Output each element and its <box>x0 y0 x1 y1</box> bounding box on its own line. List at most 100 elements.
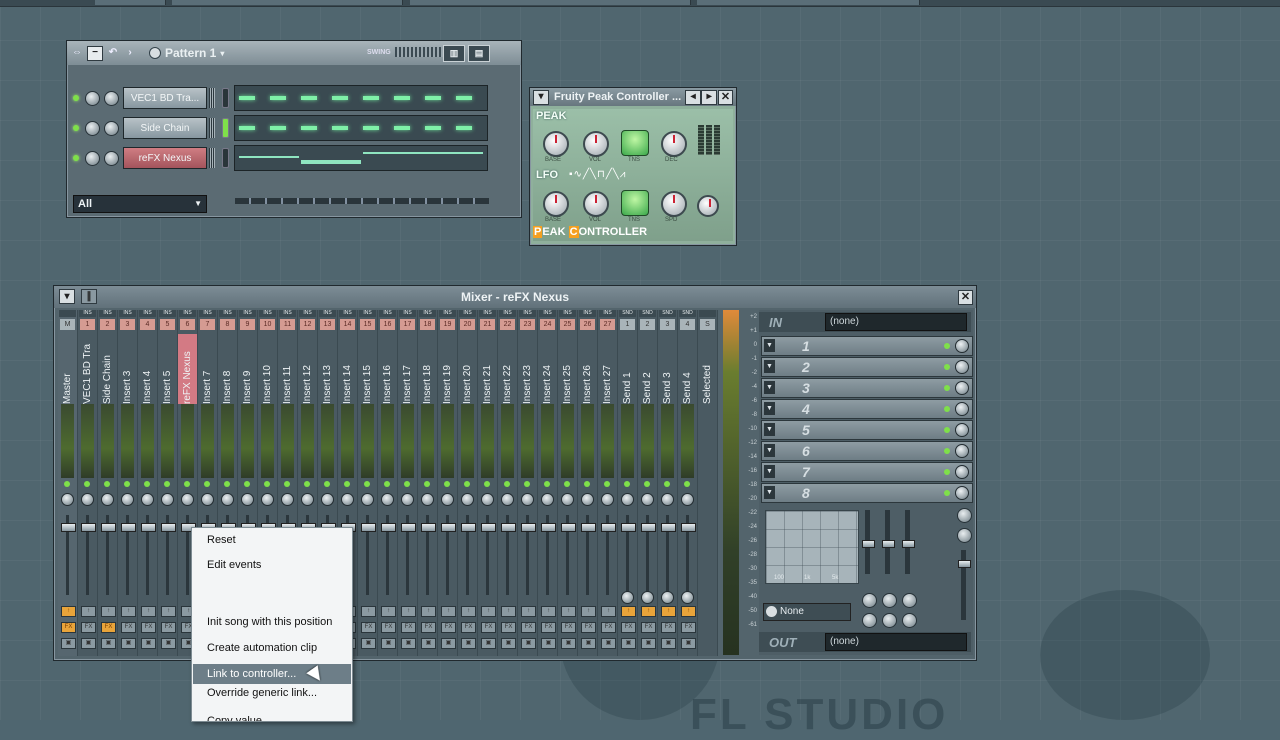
strip-pan-knob[interactable] <box>401 493 414 506</box>
strip-fx-button[interactable]: FX <box>141 622 156 633</box>
strip-fx-button[interactable]: FX <box>601 622 616 633</box>
strip-fader[interactable] <box>601 523 616 532</box>
strip-enable-led[interactable] <box>144 481 150 487</box>
effect-enable-led[interactable] <box>944 406 950 412</box>
strip-fader[interactable] <box>421 523 436 532</box>
strip-fx-button[interactable]: FX <box>481 622 496 633</box>
strip-pan-knob[interactable] <box>441 493 454 506</box>
strip-fader[interactable] <box>661 523 676 532</box>
effect-enable-led[interactable] <box>944 427 950 433</box>
move-arrows-icon[interactable]: ⇔ <box>70 47 84 60</box>
channel-name-button[interactable]: Side Chain <box>123 117 207 139</box>
undo-icon[interactable]: ↶ <box>106 47 120 60</box>
channel-grip[interactable] <box>209 148 215 168</box>
strip-fader[interactable] <box>361 523 376 532</box>
strip-fader[interactable] <box>501 523 516 532</box>
mixer-strip[interactable]: INS 5 Insert 5 ↑ FX ▣ <box>158 310 178 656</box>
strip-fx-button[interactable]: FX <box>521 622 536 633</box>
chevron-down-icon[interactable]: ▼ <box>764 339 775 352</box>
effect-mix-knob[interactable] <box>955 465 969 479</box>
strip-number[interactable]: 1 <box>620 319 635 330</box>
strip-fader[interactable] <box>521 523 536 532</box>
channel-grip[interactable] <box>209 88 215 108</box>
eq-knob[interactable] <box>862 593 877 608</box>
strip-enable-led[interactable] <box>564 481 570 487</box>
channel-volume-knob[interactable] <box>104 150 119 166</box>
channel-mute-led[interactable] <box>73 95 79 101</box>
channel-name-button[interactable]: reFX Nexus <box>123 147 207 169</box>
step-ruler[interactable] <box>235 198 489 204</box>
strip-fader[interactable] <box>161 523 176 532</box>
strip-record-button[interactable]: ▣ <box>541 638 556 649</box>
strip-fx-button[interactable]: FX <box>541 622 556 633</box>
strip-route-button[interactable]: ↑ <box>501 606 516 617</box>
strip-enable-led[interactable] <box>284 481 290 487</box>
eq-band-handle[interactable] <box>902 540 915 548</box>
step-button[interactable] <box>270 126 286 130</box>
mixer-titlebar[interactable]: ▾ ∥ Mixer - reFX Nexus ✕ <box>54 286 976 308</box>
chevron-down-icon[interactable]: ▼ <box>764 465 775 478</box>
strip-number[interactable]: 14 <box>340 319 355 330</box>
channel-select-indicator[interactable] <box>222 88 229 108</box>
strip-record-button[interactable]: ▣ <box>641 638 656 649</box>
strip-fx-button[interactable]: FX <box>61 622 76 633</box>
close-icon[interactable]: ✕ <box>958 290 973 305</box>
strip-pan-knob[interactable] <box>361 493 374 506</box>
toolbar-segment[interactable] <box>697 0 920 5</box>
menu-item[interactable]: Copy value <box>193 708 351 721</box>
strip-record-button[interactable]: ▣ <box>601 638 616 649</box>
step-button[interactable] <box>301 126 317 130</box>
mixer-strip[interactable]: INS 3 Insert 3 ↑ FX ▣ <box>118 310 138 656</box>
strip-pan-knob[interactable] <box>421 493 434 506</box>
strip-fx-button[interactable]: FX <box>581 622 596 633</box>
strip-record-button[interactable]: ▣ <box>361 638 376 649</box>
strip-fader[interactable] <box>581 523 596 532</box>
strip-enable-led[interactable] <box>84 481 90 487</box>
strip-enable-led[interactable] <box>604 481 610 487</box>
strip-number[interactable]: 27 <box>600 319 615 330</box>
strip-fader[interactable] <box>101 523 116 532</box>
strip-route-button[interactable]: ↑ <box>441 606 456 617</box>
step-button[interactable] <box>394 126 410 130</box>
output-selector[interactable]: OUT (none) <box>759 632 971 652</box>
peak-base-knob[interactable] <box>543 131 569 157</box>
strip-fader[interactable] <box>541 523 556 532</box>
strip-number[interactable]: 16 <box>380 319 395 330</box>
minimize-button[interactable]: − <box>87 45 103 61</box>
effect-enable-led[interactable] <box>944 469 950 475</box>
mixer-strip[interactable]: INS 22 Insert 22 ↑ FX ▣ <box>498 310 518 656</box>
strip-enable-led[interactable] <box>404 481 410 487</box>
strip-number[interactable]: 26 <box>580 319 595 330</box>
strip-fx-button[interactable]: FX <box>661 622 676 633</box>
toolbar-segment[interactable] <box>410 0 691 5</box>
strip-number[interactable]: 15 <box>360 319 375 330</box>
strip-enable-led[interactable] <box>184 481 190 487</box>
strip-record-button[interactable]: ▣ <box>481 638 496 649</box>
strip-enable-led[interactable] <box>244 481 250 487</box>
effect-enable-led[interactable] <box>944 448 950 454</box>
chevron-down-icon[interactable]: ▾ <box>59 289 75 304</box>
strip-record-button[interactable]: ▣ <box>441 638 456 649</box>
strip-enable-led[interactable] <box>224 481 230 487</box>
strip-fader[interactable] <box>481 523 496 532</box>
mixer-layout-icon[interactable]: ∥ <box>81 289 97 304</box>
strip-record-button[interactable]: ▣ <box>421 638 436 649</box>
mixer-strip[interactable]: SND 3 Send 3 ↑ FX ▣ <box>658 310 678 656</box>
strip-pan-knob[interactable] <box>181 493 194 506</box>
menu-item[interactable]: Edit events <box>193 555 351 575</box>
effect-mix-knob[interactable] <box>955 360 969 374</box>
strip-route-button[interactable]: ↑ <box>641 606 656 617</box>
strip-pan-knob[interactable] <box>341 493 354 506</box>
strip-number[interactable]: 12 <box>300 319 315 330</box>
strip-fx-button[interactable]: FX <box>441 622 456 633</box>
step-button[interactable] <box>394 96 410 100</box>
channel-volume-knob[interactable] <box>104 120 119 136</box>
strip-pan-knob[interactable] <box>581 493 594 506</box>
strip-pan-knob[interactable] <box>521 493 534 506</box>
mixer-strip[interactable]: INS 27 Insert 27 ↑ FX ▣ <box>598 310 618 656</box>
channel-steps[interactable] <box>234 115 488 141</box>
step-button[interactable] <box>425 126 441 130</box>
output-mode-select[interactable]: None <box>763 603 851 621</box>
chevron-down-icon[interactable]: ▾ <box>533 89 549 105</box>
strip-route-button[interactable]: ↑ <box>461 606 476 617</box>
